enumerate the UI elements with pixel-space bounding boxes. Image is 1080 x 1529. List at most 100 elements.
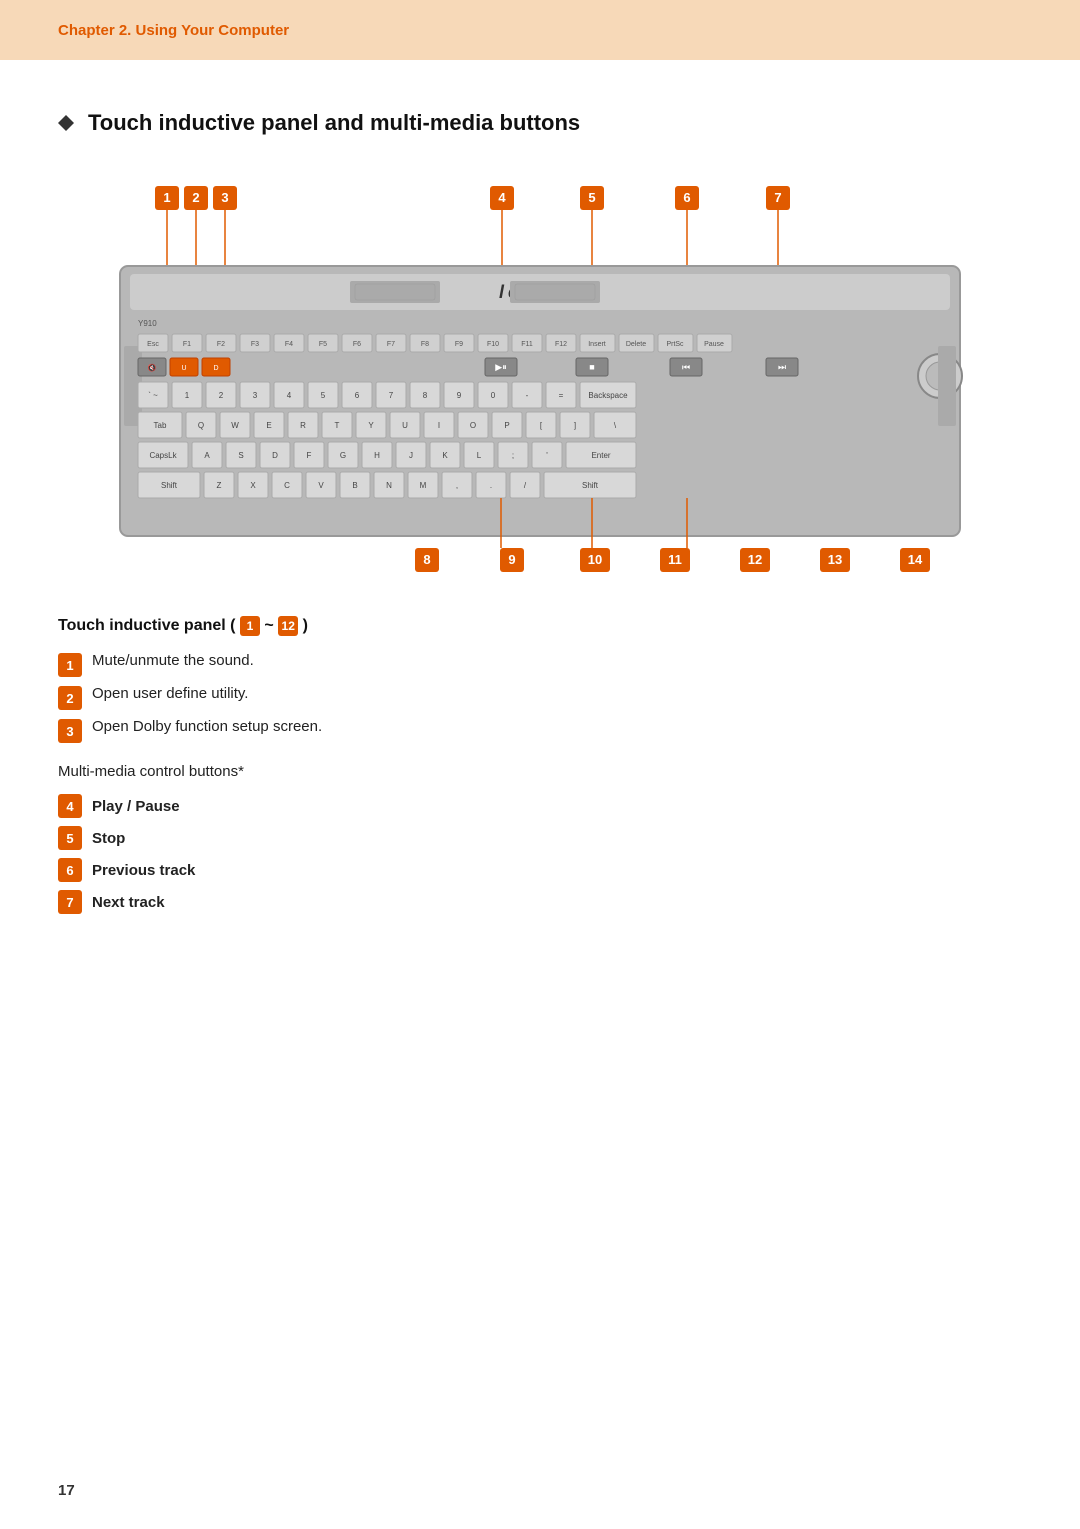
svg-text:R: R bbox=[300, 421, 306, 430]
svg-text:F10: F10 bbox=[487, 341, 499, 348]
svg-text:13: 13 bbox=[828, 552, 842, 567]
svg-text:Z: Z bbox=[217, 481, 222, 490]
svg-text:Shift: Shift bbox=[582, 481, 599, 490]
touch-panel-items: 1 Mute/unmute the sound. 2 Open user def… bbox=[58, 652, 1022, 743]
page-number: 17 bbox=[58, 1482, 75, 1499]
svg-text:10: 10 bbox=[588, 552, 602, 567]
svg-text:Y910: Y910 bbox=[138, 319, 157, 328]
item-badge-6: 6 bbox=[58, 858, 82, 882]
svg-text:G: G bbox=[340, 451, 346, 460]
top-banner: Chapter 2. Using Your Computer bbox=[0, 0, 1080, 60]
svg-text:L: L bbox=[477, 451, 482, 460]
svg-text:4: 4 bbox=[498, 190, 506, 205]
svg-text:F11: F11 bbox=[521, 341, 533, 348]
svg-text:F6: F6 bbox=[353, 341, 361, 348]
keyboard-diagram-area: 1 2 3 4 5 6 7 bbox=[58, 176, 1022, 596]
svg-text:9: 9 bbox=[508, 552, 515, 567]
svg-text:9: 9 bbox=[457, 391, 462, 400]
svg-text:J: J bbox=[409, 451, 413, 460]
svg-text:F7: F7 bbox=[387, 341, 395, 348]
svg-text:F9: F9 bbox=[455, 341, 463, 348]
svg-text:Tab: Tab bbox=[154, 421, 167, 430]
svg-text:1: 1 bbox=[185, 391, 190, 400]
panel-title-text: Touch inductive panel ( bbox=[58, 617, 236, 634]
svg-text:14: 14 bbox=[908, 552, 923, 567]
item-text-2: Open user define utility. bbox=[92, 685, 248, 702]
svg-text:=: = bbox=[559, 391, 564, 400]
svg-text:6: 6 bbox=[355, 391, 360, 400]
svg-text:` ~: ` ~ bbox=[148, 391, 158, 400]
svg-text:I: I bbox=[438, 421, 440, 430]
svg-text:0: 0 bbox=[491, 391, 496, 400]
svg-text:]: ] bbox=[574, 421, 576, 430]
multimedia-items: 4 Play / Pause 5 Stop 6 Previous track 7… bbox=[58, 794, 1022, 914]
section-heading: Touch inductive panel and multi-media bu… bbox=[58, 110, 1022, 136]
svg-text:CapsLk: CapsLk bbox=[149, 451, 177, 460]
svg-text:1: 1 bbox=[163, 190, 170, 205]
svg-text:K: K bbox=[442, 451, 448, 460]
svg-text:12: 12 bbox=[748, 552, 762, 567]
list-item: 4 Play / Pause bbox=[58, 794, 1022, 818]
svg-text:B: B bbox=[352, 481, 357, 490]
svg-text:4: 4 bbox=[287, 391, 292, 400]
svg-text:⏮: ⏮ bbox=[682, 362, 690, 372]
svg-text:C: C bbox=[284, 481, 290, 490]
svg-text:Esc: Esc bbox=[147, 341, 159, 348]
item-text-5: Stop bbox=[92, 830, 125, 847]
bullet-icon bbox=[58, 115, 74, 131]
svg-text:X: X bbox=[250, 481, 256, 490]
item-badge-4: 4 bbox=[58, 794, 82, 818]
svg-text:F1: F1 bbox=[183, 341, 191, 348]
svg-text:P: P bbox=[504, 421, 509, 430]
svg-text:F8: F8 bbox=[421, 341, 429, 348]
svg-text:3: 3 bbox=[221, 190, 228, 205]
svg-text:8: 8 bbox=[423, 552, 430, 567]
list-item: 7 Next track bbox=[58, 890, 1022, 914]
panel-range-start: 1 bbox=[240, 617, 264, 634]
multimedia-title: Multi-media control buttons* bbox=[58, 763, 1022, 780]
panel-title: Touch inductive panel ( 1 ~ 12 ) bbox=[58, 616, 1022, 636]
svg-text:F: F bbox=[307, 451, 312, 460]
svg-text:2: 2 bbox=[192, 190, 199, 205]
svg-text:Backspace: Backspace bbox=[588, 391, 628, 400]
svg-text:U: U bbox=[181, 365, 186, 372]
svg-text:O: O bbox=[470, 421, 476, 430]
keyboard-svg: 1 2 3 4 5 6 7 bbox=[60, 176, 1020, 596]
svg-text:F2: F2 bbox=[217, 341, 225, 348]
list-item: 3 Open Dolby function setup screen. bbox=[58, 718, 1022, 743]
svg-text:T: T bbox=[335, 421, 340, 430]
main-content: Touch inductive panel and multi-media bu… bbox=[0, 60, 1080, 962]
svg-text:3: 3 bbox=[253, 391, 258, 400]
svg-text:F4: F4 bbox=[285, 341, 293, 348]
item-text-1: Mute/unmute the sound. bbox=[92, 652, 254, 669]
svg-text:F5: F5 bbox=[319, 341, 327, 348]
item-badge-7: 7 bbox=[58, 890, 82, 914]
svg-text:Y: Y bbox=[368, 421, 374, 430]
svg-text:7: 7 bbox=[389, 391, 394, 400]
svg-text:🔇: 🔇 bbox=[148, 363, 157, 372]
item-badge-5: 5 bbox=[58, 826, 82, 850]
svg-text:Insert: Insert bbox=[588, 341, 606, 348]
svg-text:-: - bbox=[526, 391, 529, 400]
svg-text:F3: F3 bbox=[251, 341, 259, 348]
svg-text:■: ■ bbox=[589, 362, 594, 372]
item-badge-3: 3 bbox=[58, 719, 82, 743]
panel-title-close: ) bbox=[303, 617, 308, 634]
svg-text:.: . bbox=[490, 481, 492, 490]
svg-text:,: , bbox=[456, 481, 458, 490]
svg-text:Pause: Pause bbox=[704, 341, 724, 348]
svg-text:U: U bbox=[402, 421, 408, 430]
panel-range-sep: ~ bbox=[264, 617, 278, 634]
panel-range-end: 12 bbox=[278, 617, 302, 634]
svg-text:8: 8 bbox=[423, 391, 428, 400]
svg-text:7: 7 bbox=[774, 190, 781, 205]
svg-text:A: A bbox=[204, 451, 210, 460]
svg-text:D: D bbox=[272, 451, 278, 460]
svg-text:5: 5 bbox=[588, 190, 595, 205]
svg-text:S: S bbox=[238, 451, 243, 460]
section-title: Touch inductive panel and multi-media bu… bbox=[88, 110, 580, 136]
svg-text:Shift: Shift bbox=[161, 481, 178, 490]
svg-text:Enter: Enter bbox=[591, 451, 610, 460]
item-badge-1: 1 bbox=[58, 653, 82, 677]
svg-text:⏭: ⏭ bbox=[778, 362, 786, 372]
